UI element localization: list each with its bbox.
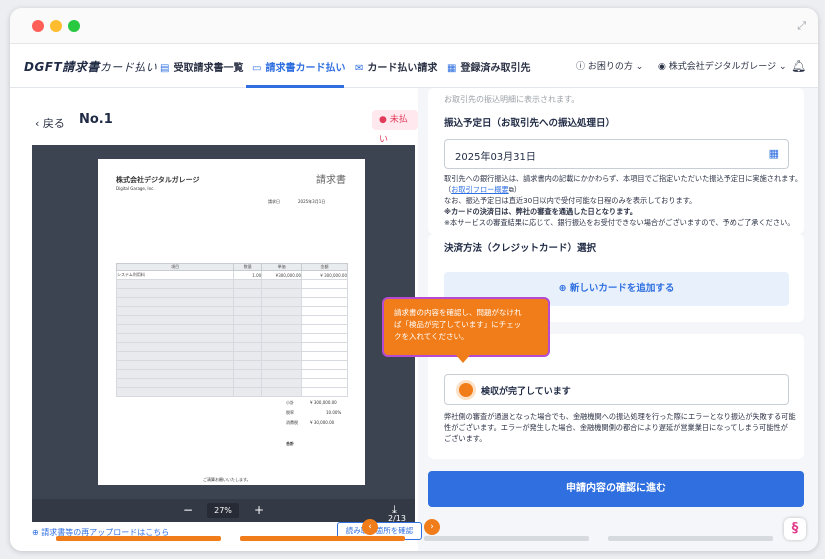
doc-subtotal-value: ¥ 300,000.00	[310, 400, 337, 405]
doc-line-items-table: 項目 数量 単価 金額 システム利用料 1.00 ¥300,000.00 ¥ 3…	[115, 263, 348, 397]
warning-line-3: ございます。	[444, 434, 487, 443]
proceed-to-confirmation-button[interactable]: 申請内容の確認に進む	[428, 471, 804, 507]
transfer-date-value: 2025年03月31日	[455, 152, 536, 163]
nav-registered-partners[interactable]: ▦ 登録済み取引先	[447, 59, 530, 74]
table-row	[115, 297, 348, 307]
bell-icon[interactable]: 🔔︎	[791, 59, 806, 73]
warning-line-2: 性がございます。エラーが発生した場合、金融機関側の都合により遅延が営業業日になっ…	[444, 423, 788, 432]
chevron-down-icon: ⌄	[776, 62, 787, 72]
card-icon: ▭	[252, 63, 262, 74]
nav-invoice-card-payment[interactable]: ▭ 請求書カード払い	[252, 59, 345, 74]
document-viewer[interactable]: 株式会社デジタルガレージ Digital Garage, Inc. 請求書 請求…	[32, 145, 415, 522]
table-row	[115, 288, 348, 298]
calendar-icon[interactable]: ▦	[769, 147, 779, 160]
app-window: ⤢ DGFT請求書カード払い ▤ 受取請求書一覧 ▭ 請求書カード払い ✉ カード払い…	[10, 8, 818, 551]
table-row	[115, 333, 348, 343]
transfer-date-label: 振込予定日（お取引先への振込処理日）	[444, 118, 616, 129]
inspection-checkbox-label: 検収が完了しています	[481, 387, 571, 397]
account-menu[interactable]: ◉ 株式会社デジタルガレージ ⌄	[658, 59, 787, 72]
tour-prev-button[interactable]: ‹	[362, 519, 378, 535]
help-icon: ⓘ	[576, 62, 588, 72]
table-row	[115, 378, 348, 388]
nav-card-payment-request[interactable]: ✉ カード払い請求	[355, 59, 437, 74]
chevron-down-icon: ⌄	[632, 62, 644, 72]
top-nav: DGFT請求書カード払い ▤ 受取請求書一覧 ▭ 請求書カード払い ✉ カード払い請求…	[10, 44, 818, 88]
transfer-note-1: 取引先への銀行振込は、請求書内の記載にかかわらず、本項目でご指定いただいた振込予…	[444, 174, 803, 183]
status-badge: ● 未払い	[372, 110, 418, 145]
invoice-number: No.1	[79, 112, 113, 127]
app-logo[interactable]: DGFT請求書カード払い	[24, 58, 157, 75]
table-row	[115, 360, 348, 370]
table-row	[115, 324, 348, 334]
transfer-date-card: お取引先の振込明細に表示されます。 振込予定日（お取引先への振込処理日） 202…	[428, 88, 804, 234]
dot-icon: ●	[379, 115, 390, 125]
invoice-preview-panel: ‹ 戻る No.1 ● 未払い 株式会社デジタルガレージ Digital Gar…	[10, 88, 418, 551]
mail-icon: ✉	[355, 63, 364, 74]
plus-circle-icon: ⊕	[32, 528, 42, 537]
title-bar: ⤢	[10, 8, 818, 44]
doc-title-stamp: 請求書	[316, 175, 346, 186]
doc-date-label: 請求日	[268, 199, 280, 204]
doc-col-qty: 数量	[233, 263, 263, 271]
faded-caption: お取引先の振込明細に表示されます。	[444, 95, 580, 104]
fullscreen-icon[interactable]: ⤢	[797, 19, 806, 33]
building-icon: ▦	[447, 63, 457, 74]
tour-progress-segment	[424, 536, 589, 541]
inspection-checkbox-row[interactable]: 検収が完了しています	[444, 374, 789, 405]
doc-col-price: 単価	[261, 263, 303, 271]
warning-line-1: 弊社側の審査が通過となった場合でも、金融機関への振込処理を行った際にエラーとなり…	[444, 412, 796, 421]
minimize-window-button[interactable]	[50, 20, 62, 32]
table-row	[115, 315, 348, 325]
transfer-note-3: なお、振込予定日は直近30日以内で受付可能な日程のみを表示しております。	[444, 196, 697, 205]
document-icon: ▤	[160, 63, 170, 74]
doc-company-en: Digital Garage, Inc.	[116, 186, 155, 191]
zoom-toolbar: − 27% + ⤓	[32, 499, 415, 522]
doc-col-item: 項目	[115, 263, 235, 271]
brand-widget-icon[interactable]: §	[784, 518, 806, 540]
flow-overview-link[interactable]: お取引フロー概要	[451, 185, 509, 194]
guide-tooltip: 請求書の内容を確認し、問題がなけれ ば「検品が完了しています」にチェッ クを入れ…	[382, 297, 550, 363]
zoom-in-button[interactable]: +	[254, 503, 264, 517]
transfer-note-5: ※本サービスの審査結果に応じて、銀行振込をお受付できない場合がございますので、予…	[444, 218, 795, 227]
table-row	[115, 387, 348, 397]
tooltip-arrow	[456, 355, 470, 363]
tour-progress-segment	[56, 536, 221, 541]
doc-date-value: 2025年3月1日	[298, 199, 326, 204]
transfer-note-4: ※カードの決済日は、弊社の審査を通過した日となります。	[444, 207, 637, 216]
payment-method-label: 決済方法（クレジットカード）選択	[444, 243, 597, 254]
help-menu[interactable]: ⓘ お困りの方 ⌄	[576, 59, 643, 72]
plus-circle-icon: ⊕	[558, 283, 570, 294]
doc-total-label: 合計	[286, 441, 294, 446]
close-window-button[interactable]	[32, 20, 44, 32]
table-row	[115, 306, 348, 316]
tour-next-button[interactable]: ›	[424, 519, 440, 535]
doc-closing: ご清算お願いいたします。	[203, 477, 251, 482]
invoice-document: 株式会社デジタルガレージ Digital Garage, Inc. 請求書 請求…	[98, 159, 365, 485]
tour-progress-segment	[240, 536, 405, 541]
chevron-left-icon: ‹	[35, 117, 43, 130]
doc-tax-rate-label: 税率	[286, 410, 294, 415]
transfer-date-input[interactable]: 2025年03月31日 ▦	[444, 139, 789, 169]
doc-company: 株式会社デジタルガレージ	[116, 176, 200, 184]
table-row: システム利用料 1.00 ¥300,000.00 ¥ 300,000.00	[115, 270, 348, 280]
tour-step-count: 2/13	[388, 514, 406, 523]
back-button[interactable]: ‹ 戻る	[35, 115, 65, 131]
doc-col-amount: 金額	[301, 263, 348, 271]
table-row	[115, 279, 348, 289]
table-row	[115, 369, 348, 379]
doc-tax-value: ¥ 30,000.00	[310, 420, 335, 425]
doc-tax-rate-value: 10.00%	[326, 410, 342, 415]
transfer-note-2: （お取引フロー概要⧉）	[444, 185, 522, 194]
user-icon: ◉	[658, 62, 669, 72]
table-row	[115, 342, 348, 352]
doc-tax-label: 消費税	[286, 420, 298, 425]
tour-progress-segment	[608, 536, 773, 541]
maximize-window-button[interactable]	[68, 20, 80, 32]
zoom-level: 27%	[207, 503, 239, 518]
zoom-out-button[interactable]: −	[183, 503, 193, 517]
nav-received-invoices[interactable]: ▤ 受取請求書一覧	[160, 59, 243, 74]
inspection-checkbox[interactable]	[459, 383, 473, 397]
table-row	[115, 351, 348, 361]
doc-subtotal-label: 小計	[286, 400, 294, 405]
